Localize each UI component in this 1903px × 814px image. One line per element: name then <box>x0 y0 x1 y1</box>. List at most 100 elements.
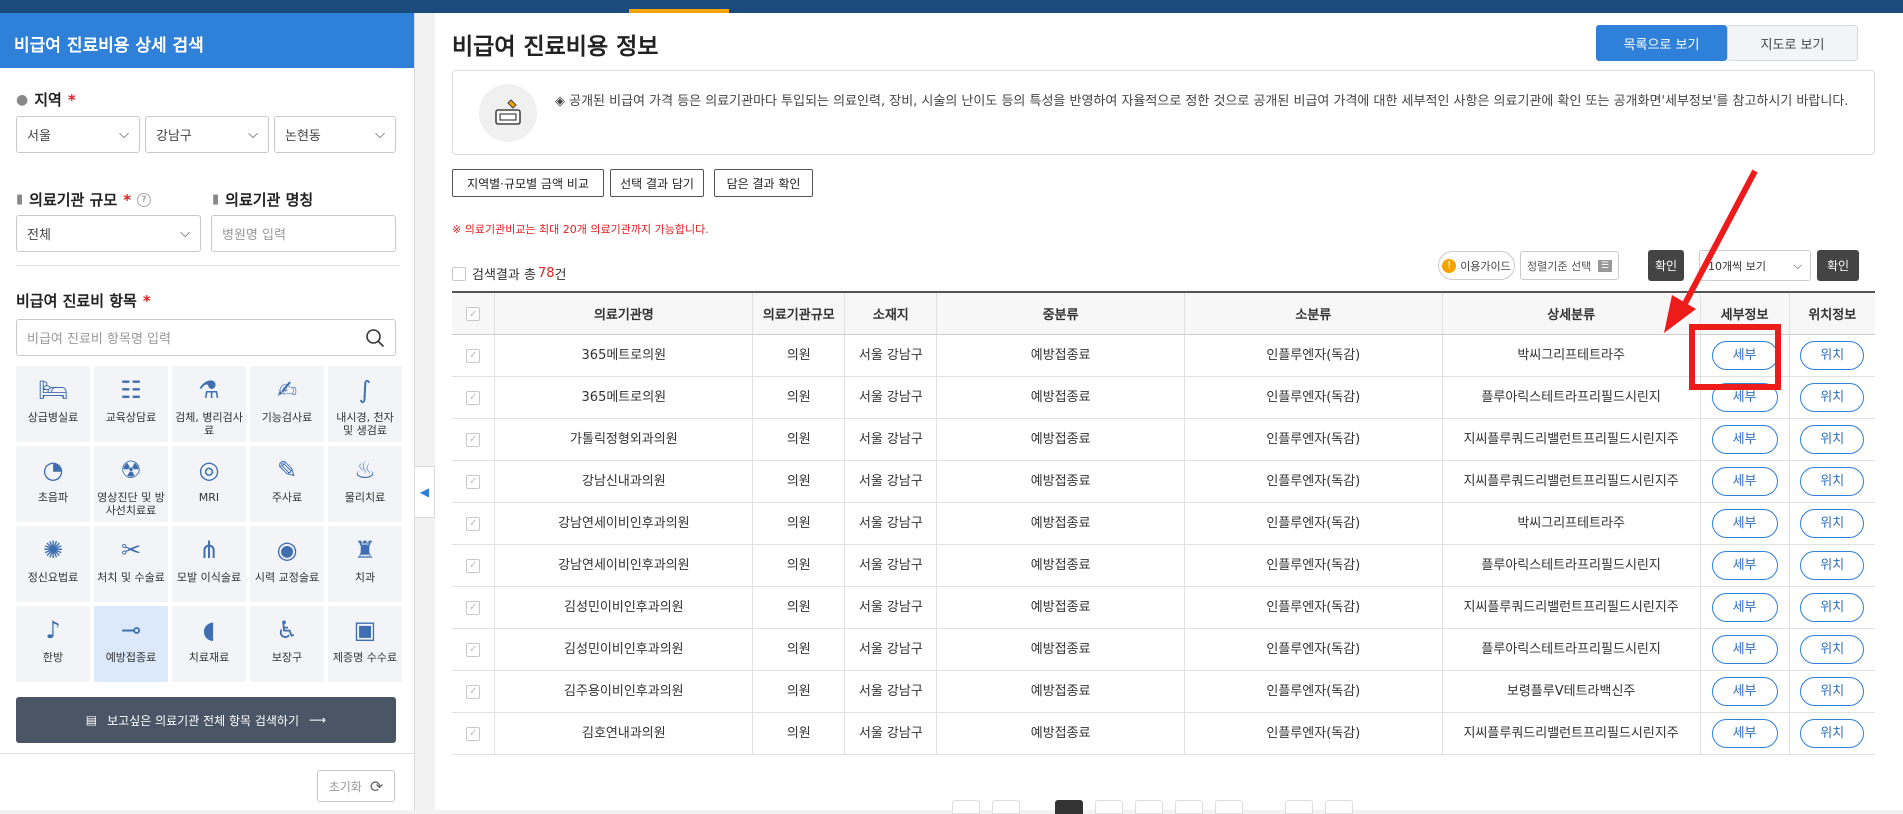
location-button[interactable]: 위치 <box>1800 718 1865 748</box>
detail-button[interactable]: 세부 <box>1711 466 1778 496</box>
scale-label-row: ▮ 의료기관 규모 * ? <box>16 189 152 210</box>
select-all-checkbox[interactable] <box>452 266 466 281</box>
required-mark: * <box>123 190 132 209</box>
col-location[interactable]: 소재지 <box>844 291 937 335</box>
row-checkbox[interactable]: ✓ <box>466 516 481 531</box>
detail-button[interactable]: 세부 <box>1711 550 1778 580</box>
detail-category-cell: 지씨플루쿼드리밸런트프리필드시린지주 <box>1441 418 1701 461</box>
location-cell: 서울 강남구 <box>844 460 937 503</box>
lab-test-icon: ⚗ <box>198 375 220 404</box>
row-checkbox[interactable]: ✓ <box>466 474 481 489</box>
hospital-name-input[interactable]: 병원명 입력 <box>211 215 396 252</box>
mid-category-cell: 예방접종료 <box>936 586 1185 629</box>
row-checkbox[interactable]: ✓ <box>466 348 481 363</box>
row-checkbox[interactable]: ✓ <box>466 726 481 741</box>
notice-text: ◈ 공개된 비급여 가격 등은 의료기관마다 투입되는 의료인력, 장비, 시술… <box>555 94 1849 109</box>
location-info-cell: 위치 <box>1788 334 1875 377</box>
category-tile[interactable]: ✺ 정신요법료 <box>16 526 90 602</box>
location-button[interactable]: 위치 <box>1800 550 1865 580</box>
row-checkbox[interactable]: ✓ <box>466 432 481 447</box>
category-tile[interactable]: ✎ 주사료 <box>250 446 324 522</box>
page-2-button[interactable] <box>1095 800 1123 814</box>
page-4-button[interactable] <box>1175 800 1203 814</box>
compare-amount-button[interactable]: 지역별·규모별 금액 비교 <box>452 169 604 197</box>
last-page-button[interactable] <box>1325 800 1353 814</box>
detail-button[interactable]: 세부 <box>1711 718 1778 748</box>
category-tile[interactable]: ✂ 처치 및 수술료 <box>94 526 168 602</box>
mid-category-cell: 예방접종료 <box>936 502 1185 545</box>
annotation-highlight-box <box>1689 324 1781 390</box>
help-icon[interactable]: ? <box>137 192 152 207</box>
region-city-select[interactable]: 서울 ⌵ <box>16 116 140 153</box>
region-dong-select[interactable]: 논현동 ⌵ <box>274 116 396 153</box>
hospital-name-cell: 가톨릭정형외과의원 <box>494 418 753 461</box>
location-button[interactable]: 위치 <box>1800 592 1865 622</box>
header-checkbox[interactable]: ✓ <box>466 307 481 321</box>
search-icon[interactable] <box>365 328 385 348</box>
detail-button[interactable]: 세부 <box>1711 634 1778 664</box>
col-mid-category[interactable]: 중분류 <box>936 291 1185 335</box>
location-info-cell: 위치 <box>1788 376 1875 419</box>
usage-guide-button[interactable]: ! 이용가이드 <box>1438 251 1515 280</box>
location-button[interactable]: 위치 <box>1800 340 1865 370</box>
page-size-confirm-button[interactable]: 확인 <box>1817 250 1859 281</box>
table-row: ✓ 강남연세이비인후과의원 의원 서울 강남구 예방접종료 인플루엔자(독감) 플루아릭스테… <box>452 544 1875 587</box>
next-page-button[interactable] <box>1285 800 1313 814</box>
page-1-button[interactable] <box>1055 800 1083 814</box>
location-info-cell: 위치 <box>1788 460 1875 503</box>
row-checkbox[interactable]: ✓ <box>466 390 481 405</box>
category-tile[interactable]: ⚗ 검체, 병리검사료 <box>172 366 246 442</box>
detail-button[interactable]: 세부 <box>1711 676 1778 706</box>
reset-button[interactable]: 초기화 ⟳ <box>317 770 395 802</box>
category-tile[interactable]: ♜ 치과 <box>328 526 402 602</box>
add-selected-button[interactable]: 선택 결과 담기 <box>610 169 704 197</box>
category-label: 정신요법료 <box>27 571 79 584</box>
col-name[interactable]: 의료기관명 <box>494 291 753 335</box>
items-search-input[interactable]: 비급여 진료비 항목명 입력 <box>16 319 396 356</box>
location-button[interactable]: 위치 <box>1800 508 1865 538</box>
category-tile[interactable]: ☢ 영상진단 및 방사선치료료 <box>94 446 168 522</box>
sort-select[interactable]: 정렬기준 선택 ☰ <box>1520 251 1619 280</box>
category-tile[interactable]: ☷ 교육상담료 <box>94 366 168 442</box>
category-tile[interactable]: ◔ 초음파 <box>16 446 90 522</box>
category-label: 처치 및 수술료 <box>97 571 165 584</box>
category-tile[interactable]: ◎ MRI <box>172 446 246 522</box>
region-district-select[interactable]: 강남구 ⌵ <box>145 116 269 153</box>
prev-page-button[interactable] <box>992 800 1020 814</box>
row-checkbox[interactable]: ✓ <box>466 558 481 573</box>
category-tile[interactable]: ♪ 한방 <box>16 606 90 682</box>
location-button[interactable]: 위치 <box>1800 676 1865 706</box>
detail-button[interactable]: 세부 <box>1711 508 1778 538</box>
category-tile[interactable]: ⋔ 모발 이식술료 <box>172 526 246 602</box>
col-sub-category[interactable]: 소분류 <box>1183 291 1443 335</box>
category-tile[interactable]: ♨ 물리치료 <box>328 446 402 522</box>
location-button[interactable]: 위치 <box>1800 466 1865 496</box>
map-view-button[interactable]: 지도로 보기 <box>1727 25 1858 61</box>
collapse-sidebar-button[interactable]: ◀ <box>415 466 435 518</box>
category-tile[interactable]: ⊸ 예방접종료 <box>94 606 168 682</box>
category-tile[interactable]: ✍ 기능검사료 <box>250 366 324 442</box>
category-tile[interactable]: ♿ 보장구 <box>250 606 324 682</box>
category-tile[interactable]: 🛏 상급병실료 <box>16 366 90 442</box>
col-scale[interactable]: 의료기관규모 <box>752 291 845 335</box>
search-all-items-button[interactable]: ▤ 보고싶은 의료기관 전체 항목 검색하기 ⟶ <box>16 697 396 743</box>
row-checkbox[interactable]: ✓ <box>466 600 481 615</box>
check-saved-button[interactable]: 담은 결과 확인 <box>714 169 813 197</box>
detail-button[interactable]: 세부 <box>1711 592 1778 622</box>
row-checkbox[interactable]: ✓ <box>466 642 481 657</box>
location-button[interactable]: 위치 <box>1800 382 1865 412</box>
category-tile[interactable]: ◉ 시력 교정술료 <box>250 526 324 602</box>
category-tile[interactable]: ◖ 치료재료 <box>172 606 246 682</box>
scale-select[interactable]: 전체 ⌵ <box>16 215 201 252</box>
row-checkbox[interactable]: ✓ <box>466 684 481 699</box>
category-tile[interactable]: ∫ 내시경, 천자 및 생검료 <box>328 366 402 442</box>
detail-button[interactable]: 세부 <box>1711 424 1778 454</box>
location-button[interactable]: 위치 <box>1800 634 1865 664</box>
first-page-button[interactable] <box>952 800 980 814</box>
location-button[interactable]: 위치 <box>1800 424 1865 454</box>
list-view-button[interactable]: 목록으로 보기 <box>1596 25 1727 61</box>
category-tile[interactable]: ▣ 제증명 수수료 <box>328 606 402 682</box>
info-icon: ! <box>1442 258 1457 273</box>
page-3-button[interactable] <box>1135 800 1163 814</box>
page-5-button[interactable] <box>1215 800 1243 814</box>
